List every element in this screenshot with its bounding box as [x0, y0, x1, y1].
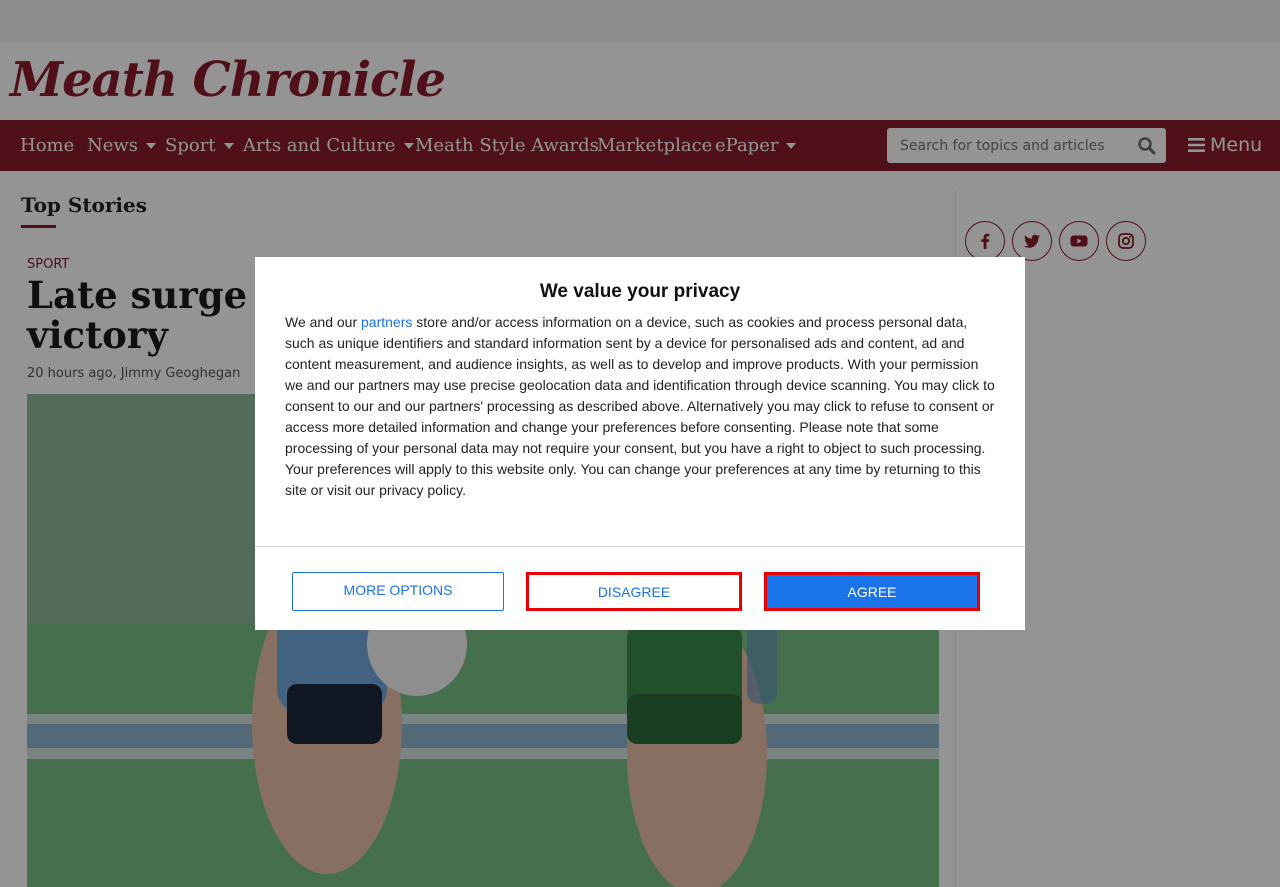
consent-title: We value your privacy — [539, 281, 741, 302]
consent-body: We and our partners store and/or access … — [285, 312, 997, 501]
agree-button[interactable]: AGREE — [764, 572, 980, 611]
disagree-button[interactable]: DISAGREE — [526, 572, 742, 611]
more-options-button[interactable]: MORE OPTIONS — [292, 572, 504, 611]
partners-link[interactable]: partners — [361, 314, 412, 330]
consent-body-prefix: We and our — [285, 314, 362, 330]
consent-divider — [255, 546, 1025, 547]
consent-body-text: store and/or access information on a dev… — [285, 314, 995, 498]
consent-dialog: We value your privacy We and our partner… — [255, 257, 1025, 630]
